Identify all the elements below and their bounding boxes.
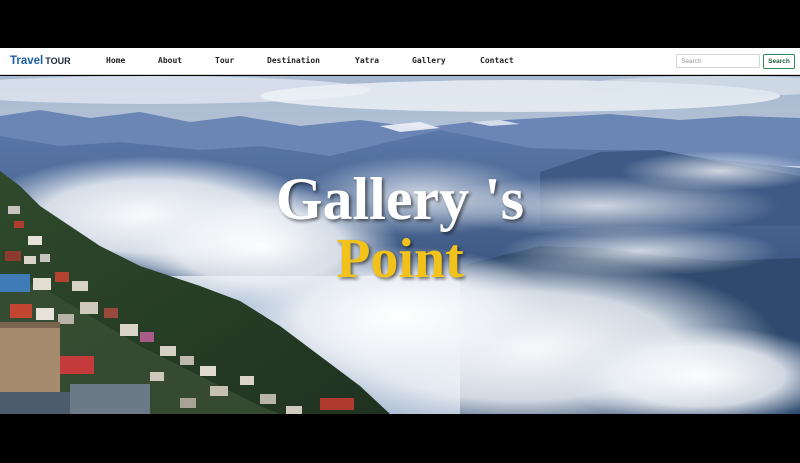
- nav-about-link[interactable]: About: [158, 56, 182, 65]
- brand-logo[interactable]: Travel TOUR: [10, 54, 71, 68]
- hero-banner: Gallery 's Point: [0, 76, 800, 414]
- brand-secondary: TOUR: [45, 56, 71, 66]
- nav-home-link[interactable]: Home: [106, 56, 125, 65]
- nav-gallery-link[interactable]: Gallery: [412, 56, 446, 65]
- search-button[interactable]: Search: [763, 54, 795, 69]
- nav-tour-link[interactable]: Tour: [215, 56, 234, 65]
- nav-yatra-link[interactable]: Yatra: [355, 56, 379, 65]
- nav-destination-link[interactable]: Destination: [267, 56, 320, 65]
- hero-title: Gallery 's: [275, 166, 525, 232]
- search-input[interactable]: [676, 54, 760, 68]
- brand-primary: Travel: [10, 55, 44, 67]
- hero-subtitle: Point: [336, 228, 464, 290]
- nav-contact-link[interactable]: Contact: [480, 56, 514, 65]
